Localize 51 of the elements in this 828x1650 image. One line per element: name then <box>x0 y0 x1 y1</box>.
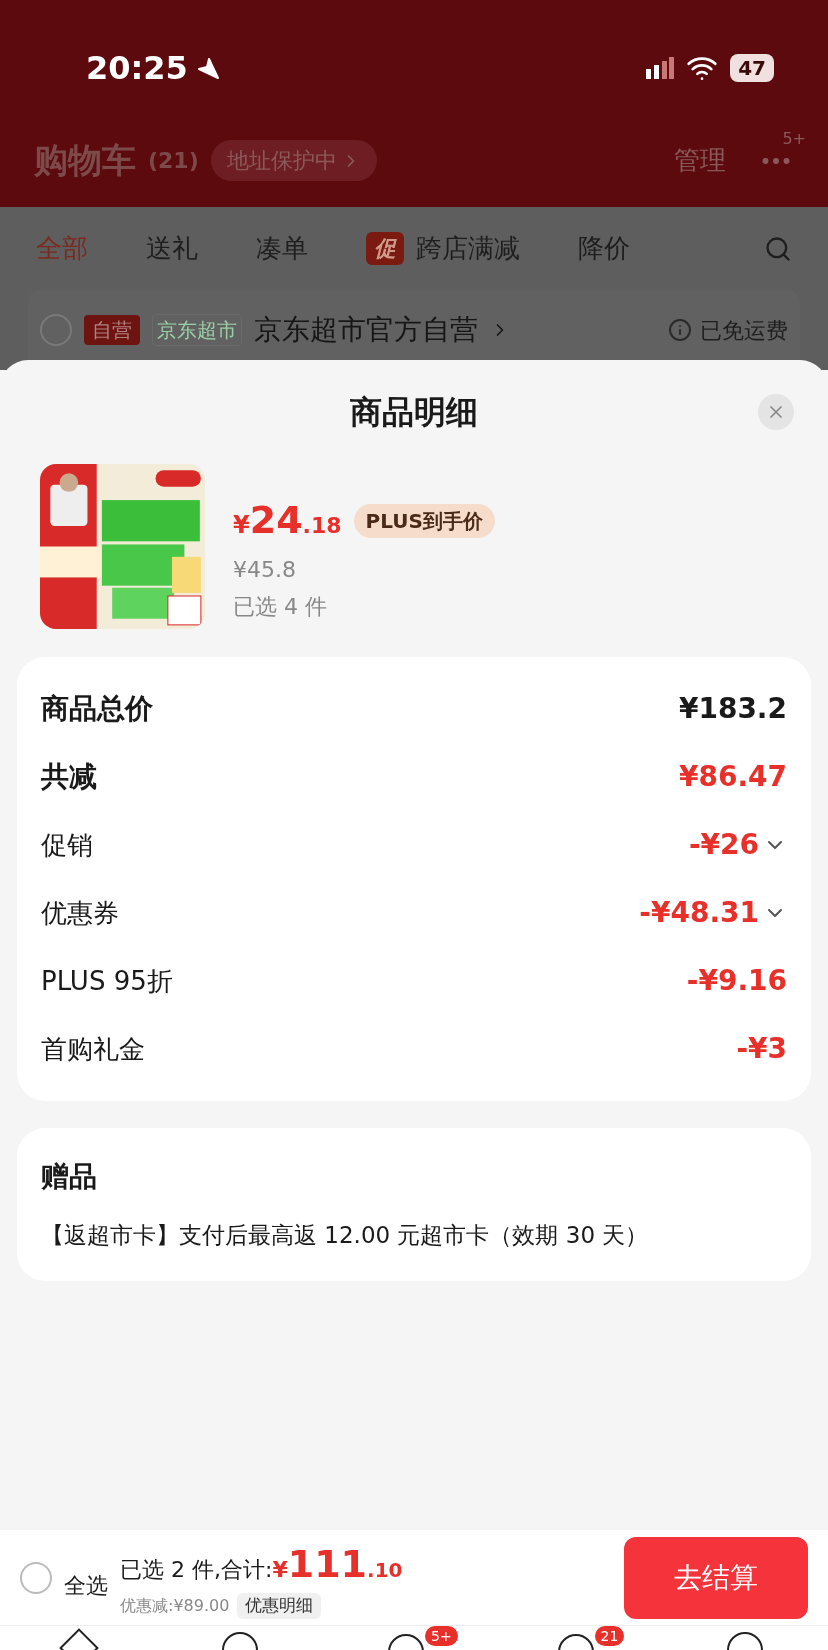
cart-count: (21) <box>148 147 199 175</box>
store-tag: 自营 <box>84 315 140 345</box>
manage-link[interactable]: 管理 <box>674 141 726 180</box>
summary-value: -¥9.16 <box>686 963 787 999</box>
summary-label: 共减 <box>41 759 97 795</box>
sheet-title: 商品明细 <box>350 392 478 433</box>
summary-label: PLUS 95折 <box>41 964 173 998</box>
shipping-note: 已免运费 <box>700 316 788 345</box>
store-tag: 京东超市 <box>152 314 242 346</box>
signal-icon <box>646 56 675 79</box>
filter-tab[interactable]: 降价 <box>578 229 630 268</box>
info-icon[interactable] <box>668 318 692 342</box>
discount-detail-button[interactable]: 优惠明细 <box>237 1593 322 1619</box>
more-count-label: 5+ <box>782 127 806 150</box>
summary-value[interactable]: -¥26 <box>688 824 787 866</box>
summary-value[interactable]: -¥48.31 <box>639 892 787 934</box>
summary-value: ¥183.2 <box>678 691 787 727</box>
gift-title: 赠品 <box>41 1159 98 1195</box>
product-price: ¥24.18 <box>233 497 342 544</box>
battery-icon: 47 <box>730 53 774 82</box>
checkout-button[interactable]: 去结算 <box>624 1536 808 1619</box>
filter-tab[interactable]: 全部 <box>36 229 88 268</box>
gift-description: 【返超市卡】支付后最高返 12.00 元超市卡（效期 30 天） <box>41 1221 650 1250</box>
summary-value: ¥86.47 <box>678 759 787 795</box>
address-chip[interactable]: 地址保护中 <box>210 140 377 181</box>
store-checkbox[interactable] <box>40 314 72 346</box>
close-button[interactable] <box>758 394 794 430</box>
tab-badge: 21 <box>594 1626 625 1646</box>
select-all-label: 全选 <box>64 1572 108 1600</box>
summary-label: 首购礼金 <box>41 1032 145 1066</box>
summary-label: 优惠券 <box>41 896 119 930</box>
plus-price-badge: PLUS到手价 <box>353 503 495 538</box>
page-title: 购物车 <box>34 139 136 182</box>
filter-tab[interactable]: 促 跨店满减 <box>366 229 520 268</box>
original-price: ¥45.8 <box>233 556 297 584</box>
summary-label: 商品总价 <box>41 691 153 727</box>
selected-summary: 已选 2 件,合计: <box>120 1556 273 1585</box>
clock: 20:25 <box>86 47 188 89</box>
search-icon[interactable] <box>764 234 792 263</box>
store-name[interactable]: 京东超市官方自营 <box>254 309 510 351</box>
location-icon <box>195 55 220 80</box>
discount-summary: 优惠减:¥89.00 <box>120 1595 230 1617</box>
promo-tag: 促 <box>366 232 404 265</box>
tab-badge: 5+ <box>425 1626 458 1646</box>
summary-label: 促销 <box>41 828 93 862</box>
filter-tab[interactable]: 送礼 <box>146 229 198 268</box>
filter-tab[interactable]: 凑单 <box>256 229 308 268</box>
summary-value: -¥3 <box>736 1031 787 1067</box>
selected-count: 已选 4 件 <box>233 593 328 621</box>
total-price: ¥111.10 <box>272 1541 403 1589</box>
select-all-checkbox[interactable] <box>20 1561 52 1594</box>
